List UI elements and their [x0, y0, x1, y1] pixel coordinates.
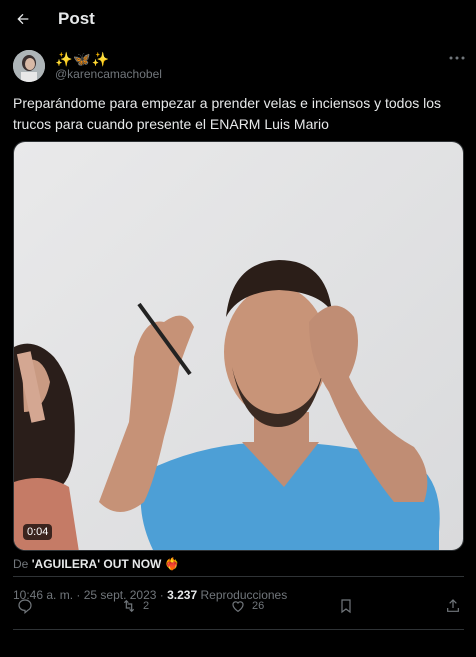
bookmark-button[interactable]: [338, 586, 354, 626]
reply-button[interactable]: [17, 586, 39, 626]
share-button[interactable]: [445, 586, 461, 626]
bookmark-icon: [341, 599, 351, 614]
display-name[interactable]: ✨🦋✨: [55, 51, 110, 68]
more-icon[interactable]: [447, 52, 467, 64]
divider: [13, 629, 464, 630]
repost-button[interactable]: 2: [121, 586, 149, 626]
repost-count: 2: [143, 600, 150, 612]
share-icon: [447, 599, 459, 612]
video-player[interactable]: 0:04: [13, 141, 464, 551]
source-emoji: ❤️‍🔥: [164, 557, 180, 571]
top-bar: Post: [0, 0, 476, 40]
page-title: Post: [58, 9, 95, 28]
video-frame: [14, 142, 463, 550]
action-bar: 2 26: [0, 586, 476, 626]
user-handle[interactable]: @karencamachobel: [55, 67, 162, 81]
repost-icon: [123, 599, 135, 613]
like-count: 26: [252, 600, 265, 612]
like-icon: [232, 601, 244, 613]
source-prefix: De: [13, 557, 32, 571]
tweet-text: Preparándome para empezar a prender vela…: [13, 95, 442, 132]
reply-icon: [18, 599, 32, 614]
back-arrow-icon[interactable]: [12, 8, 34, 30]
source-name[interactable]: 'AGUILERA' OUT NOW: [32, 557, 162, 571]
divider: [13, 576, 464, 577]
like-button[interactable]: 26: [230, 586, 264, 626]
video-duration-badge: 0:04: [23, 524, 53, 540]
avatar[interactable]: [13, 50, 45, 82]
source-attribution: De 'AGUILERA' OUT NOW ❤️‍🔥: [13, 557, 180, 571]
